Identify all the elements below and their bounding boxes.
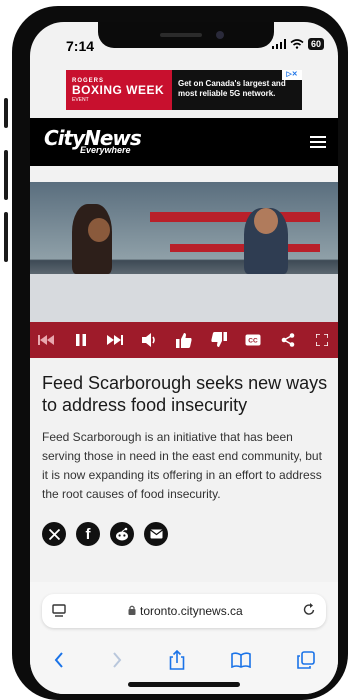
article-headline[interactable]: Feed Scarborough seeks new ways to addre…: [42, 372, 328, 416]
x-twitter-icon[interactable]: [42, 522, 66, 546]
fullscreen-icon[interactable]: [312, 330, 332, 350]
article: Feed Scarborough seeks new ways to addre…: [42, 372, 328, 504]
volume-up-button: [4, 150, 8, 200]
browser-toolbar: [30, 642, 338, 678]
skip-back-icon[interactable]: [36, 330, 56, 350]
browser-chrome: toronto.citynews.ca: [30, 582, 338, 694]
mute-switch: [4, 98, 8, 128]
address-bar[interactable]: toronto.citynews.ca: [42, 594, 326, 628]
forward-icon[interactable]: [111, 651, 123, 669]
dynamic-island: [98, 22, 274, 48]
svg-text:CC: CC: [248, 338, 258, 345]
reddit-icon[interactable]: [110, 522, 134, 546]
skip-forward-icon[interactable]: [105, 330, 125, 350]
video-controls: CC: [30, 322, 338, 358]
page-menu-icon[interactable]: [52, 604, 66, 618]
lock-icon: [128, 605, 136, 615]
back-icon[interactable]: [53, 651, 65, 669]
ad-banner[interactable]: ROGERS BOXING WEEK EVENT Get on Canada's…: [66, 70, 302, 110]
ad-brand-block: ROGERS BOXING WEEK EVENT: [66, 70, 172, 110]
share-icon[interactable]: [278, 330, 298, 350]
studio-desk: [30, 274, 338, 322]
url-text: toronto.citynews.ca: [140, 604, 243, 618]
captions-icon[interactable]: CC: [243, 330, 263, 350]
ad-text: Get on Canada's largest and most reliabl…: [178, 79, 286, 98]
status-time: 7:14: [66, 38, 95, 54]
ad-copy: Get on Canada's largest and most reliabl…: [172, 70, 302, 110]
ad-title: BOXING WEEK: [72, 82, 165, 97]
social-share-bar: f: [42, 522, 168, 546]
thumbs-up-icon[interactable]: [174, 330, 194, 350]
thumbs-down-icon[interactable]: [209, 330, 229, 350]
phone-screen: 7:14 60 ROGERS BOXING WEEK EVENT Get on …: [30, 22, 338, 694]
pause-icon[interactable]: [71, 330, 91, 350]
video-player[interactable]: [30, 182, 338, 322]
bookmarks-icon[interactable]: [231, 652, 251, 668]
volume-icon[interactable]: [140, 330, 160, 350]
ad-close-icon[interactable]: ▷✕: [282, 70, 302, 80]
article-summary: Feed Scarborough is an initiative that h…: [42, 430, 322, 501]
share-sheet-icon[interactable]: [169, 650, 185, 670]
wifi-icon: [290, 39, 304, 49]
facebook-icon[interactable]: f: [76, 522, 100, 546]
site-header: CityNews Everywhere: [30, 118, 338, 166]
tabs-icon[interactable]: [297, 651, 315, 669]
volume-down-button: [4, 212, 8, 262]
signal-icon: [271, 39, 286, 49]
email-icon[interactable]: [144, 522, 168, 546]
status-icons: 60: [271, 38, 324, 50]
reload-icon[interactable]: [302, 603, 316, 617]
battery-indicator: 60: [307, 38, 324, 50]
home-indicator: [128, 682, 240, 687]
ad-subtitle: EVENT: [72, 96, 89, 103]
hamburger-menu-icon[interactable]: [310, 136, 326, 151]
logo-tagline: Everywhere: [80, 145, 131, 155]
